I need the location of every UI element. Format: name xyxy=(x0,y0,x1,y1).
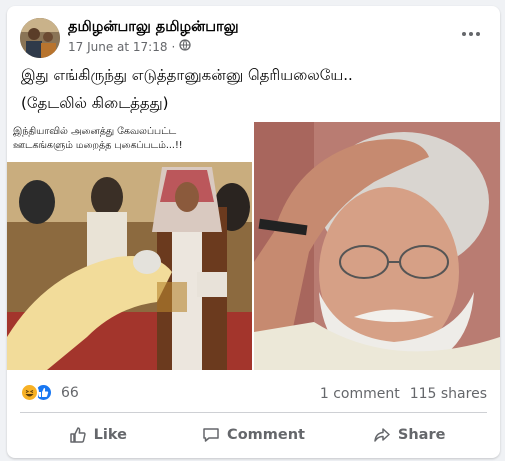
post-timestamp[interactable]: 17 June at 17:18 xyxy=(68,40,168,54)
author-avatar[interactable] xyxy=(20,18,60,58)
like-button[interactable]: Like xyxy=(20,418,176,452)
avatar-photo xyxy=(20,18,60,58)
shares-count[interactable]: 115 shares xyxy=(410,386,487,402)
post-text-line-2: (தேடலில் கிடைத்தது) xyxy=(21,94,169,112)
post-photo-right[interactable] xyxy=(254,122,500,370)
portrait-photo xyxy=(254,122,500,370)
photo-caption-line-2: ஊடகங்களும் மறைத்த புகைப்படம்...!! xyxy=(13,140,183,151)
author-name[interactable]: தமிழன்பாலு தமிழன்பாலு xyxy=(68,19,239,37)
bowing-photo xyxy=(7,162,252,370)
reactions-summary[interactable]: 66 xyxy=(20,383,79,402)
engagement-stats: 1 comment 115 shares xyxy=(320,386,487,402)
photo-caption: இந்தியாவில் அனைத்து கேவலப்பட்ட ஊடகங்களும… xyxy=(7,122,252,162)
share-label: Share xyxy=(397,427,446,443)
haha-icon xyxy=(20,383,39,402)
post-text-line-1: இது எங்கிருந்து எடுத்தானுகன்னு தெரியலையே… xyxy=(21,66,353,84)
comment-icon xyxy=(202,426,220,444)
post-photo-left[interactable]: இந்தியாவில் அனைத்து கேவலப்பட்ட ஊடகங்களும… xyxy=(7,122,252,370)
reaction-count: 66 xyxy=(61,384,79,401)
comments-count[interactable]: 1 comment xyxy=(320,386,400,402)
thumbs-up-icon xyxy=(69,426,87,444)
comment-button[interactable]: Comment xyxy=(176,418,332,452)
share-button[interactable]: Share xyxy=(331,418,487,452)
post-actions: Like Comment Share xyxy=(20,418,487,452)
more-options-icon[interactable] xyxy=(456,20,486,48)
like-label: Like xyxy=(93,427,127,443)
post-meta: 17 June at 17:18 · xyxy=(68,39,191,54)
divider xyxy=(20,412,487,413)
photo-caption-line-1: இந்தியாவில் அனைத்து கேவலப்பட்ட xyxy=(13,126,177,137)
globe-icon[interactable] xyxy=(179,39,191,54)
share-arrow-icon xyxy=(373,426,391,444)
post-card: தமிழன்பாலு தமிழன்பாலு 17 June at 17:18 ·… xyxy=(7,6,500,458)
comment-label: Comment xyxy=(227,427,305,443)
